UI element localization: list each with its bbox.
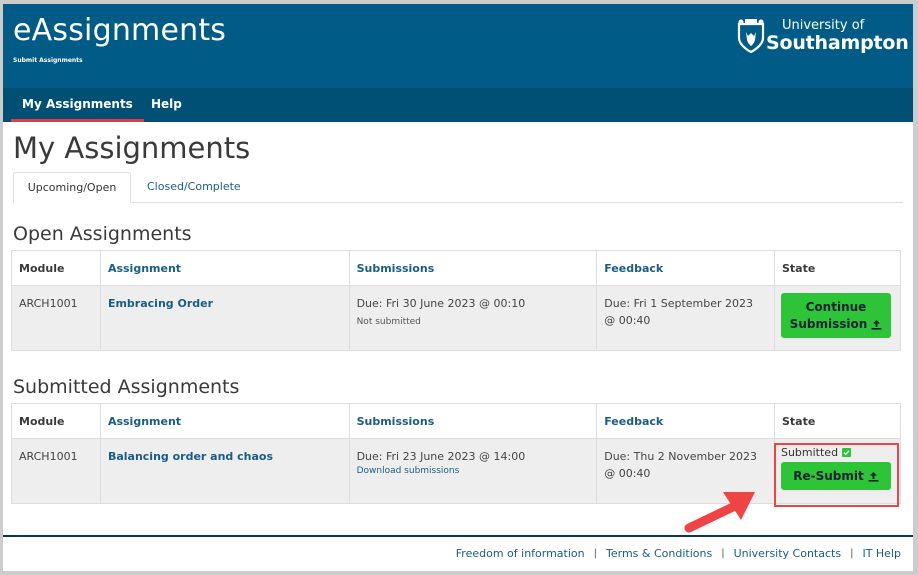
continue-submission-button[interactable]: Continue Submission — [780, 293, 891, 338]
button-label-line1: Continue — [805, 299, 867, 314]
module-cell: ARCH1001 — [11, 285, 101, 351]
download-submissions-link[interactable]: Download submissions — [357, 466, 590, 476]
column-header-feedback[interactable]: Feedback — [596, 250, 775, 286]
submissions-cell: Due: Fri 23 June 2023 @ 14:00 Download s… — [348, 438, 598, 504]
upload-icon — [871, 319, 882, 330]
assignment-cell: Balancing order and chaos — [99, 438, 350, 504]
column-header-state: State — [773, 403, 902, 439]
column-header-feedback[interactable]: Feedback — [596, 403, 775, 439]
footer-divider — [3, 535, 913, 537]
open-assignments-heading: Open Assignments — [13, 223, 192, 245]
column-header-assignment[interactable]: Assignment — [99, 403, 350, 439]
state-cell: Submitted Re-Submit — [773, 438, 902, 504]
nav-help[interactable]: Help — [151, 88, 182, 122]
button-label-line2: Submission — [789, 316, 868, 331]
footer-links: Freedom of information | Terms & Conditi… — [456, 547, 901, 560]
main-nav: My Assignments Help — [3, 88, 913, 122]
submitted-assignments-heading: Submitted Assignments — [13, 376, 240, 398]
footer-separator: | — [721, 548, 725, 559]
feedback-due-line1: Due: Thu 2 November 2023 — [604, 450, 757, 463]
table-header-row: Module Assignment Submissions Feedback S… — [11, 250, 902, 286]
browser-viewport: eAssignments Submit Assignments Universi… — [3, 4, 913, 571]
module-code: ARCH1001 — [19, 297, 78, 310]
footer-link-freedom-of-information[interactable]: Freedom of information — [456, 547, 585, 560]
column-header-module: Module — [11, 250, 101, 286]
footer-separator: | — [850, 548, 854, 559]
footer-link-it-help[interactable]: IT Help — [862, 547, 901, 560]
nav-my-assignments[interactable]: My Assignments — [11, 88, 144, 122]
page-title: My Assignments — [13, 131, 251, 165]
feedback-cell: Due: Thu 2 November 2023 @ 00:40 — [596, 438, 775, 504]
table-row: ARCH1001 Balancing order and chaos Due: … — [11, 438, 902, 504]
open-assignments-table: Module Assignment Submissions Feedback S… — [11, 250, 902, 351]
tab-closed-complete[interactable]: Closed/Complete — [135, 172, 253, 202]
site-header: eAssignments Submit Assignments Universi… — [3, 4, 913, 88]
table-header-row: Module Assignment Submissions Feedback S… — [11, 403, 902, 439]
footer-link-university-contacts[interactable]: University Contacts — [734, 547, 842, 560]
footer-link-terms-conditions[interactable]: Terms & Conditions — [606, 547, 712, 560]
submitted-status-label: Submitted — [780, 446, 839, 459]
state-cell: Continue Submission — [773, 285, 902, 351]
app-subtitle: Submit Assignments — [13, 57, 83, 64]
footer-separator: | — [593, 548, 597, 559]
re-submit-label: Re-Submit — [793, 469, 864, 483]
submission-due: Due: Fri 30 June 2023 @ 00:10 — [356, 297, 526, 310]
re-submit-button[interactable]: Re-Submit — [780, 462, 891, 490]
column-header-state: State — [773, 250, 902, 286]
feedback-due-line1: Due: Fri 1 September 2023 — [604, 297, 754, 310]
module-cell: ARCH1001 — [11, 438, 101, 504]
column-header-assignment[interactable]: Assignment — [99, 250, 350, 286]
table-row: ARCH1001 Embracing Order Due: Fri 30 Jun… — [11, 285, 902, 351]
logo-text-line1: University of — [782, 18, 865, 33]
logo-text-line2: Southampton — [766, 32, 909, 54]
feedback-due-line2: @ 00:40 — [604, 314, 651, 327]
submissions-cell: Due: Fri 30 June 2023 @ 00:10 Not submit… — [348, 285, 598, 351]
assignment-link[interactable]: Embracing Order — [108, 295, 342, 312]
assignment-cell: Embracing Order — [99, 285, 350, 351]
module-code: ARCH1001 — [19, 450, 78, 463]
submitted-status: Submitted — [781, 446, 893, 459]
tab-upcoming-open[interactable]: Upcoming/Open — [13, 172, 131, 203]
submission-due: Due: Fri 23 June 2023 @ 14:00 — [356, 450, 526, 463]
assignment-tabs: Upcoming/Open Closed/Complete — [13, 172, 903, 203]
feedback-due-line2: @ 00:40 — [604, 467, 651, 480]
checkbox-checked-icon — [842, 448, 852, 457]
feedback-cell: Due: Fri 1 September 2023 @ 00:40 — [596, 285, 775, 351]
crest-icon — [737, 19, 765, 54]
submission-status: Not submitted — [356, 317, 421, 327]
university-logo[interactable]: University of Southampton — [737, 18, 909, 58]
app-title: eAssignments — [13, 13, 227, 48]
upload-icon — [868, 471, 879, 482]
assignment-link[interactable]: Balancing order and chaos — [108, 448, 342, 465]
column-header-submissions[interactable]: Submissions — [348, 250, 598, 286]
column-header-module: Module — [11, 403, 101, 439]
column-header-submissions[interactable]: Submissions — [348, 403, 598, 439]
submitted-assignments-table: Module Assignment Submissions Feedback S… — [11, 403, 902, 504]
